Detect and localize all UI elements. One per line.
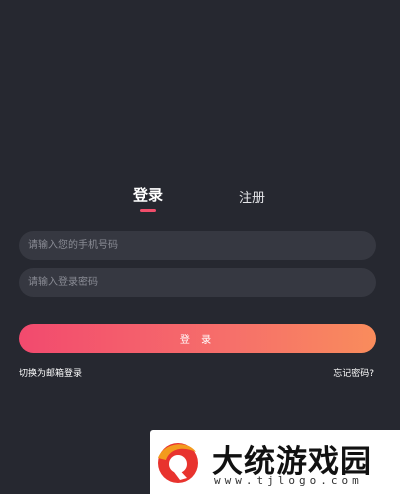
watermark-url: www.tjlogo.com	[214, 474, 363, 487]
red-swirl-logo-icon	[158, 443, 198, 483]
switch-to-email-link[interactable]: 切换为邮箱登录	[19, 366, 82, 379]
phone-field	[19, 231, 376, 260]
login-button[interactable]: 登 录	[19, 324, 376, 353]
active-tab-indicator	[140, 209, 156, 212]
password-field	[19, 268, 376, 297]
auth-tabs: 登录 注册	[0, 184, 400, 224]
watermark: 大统游戏园 www.tjlogo.com	[150, 430, 400, 494]
forgot-password-link[interactable]: 忘记密码?	[333, 366, 374, 379]
password-input[interactable]	[28, 268, 376, 297]
tab-login[interactable]: 登录	[133, 184, 163, 205]
login-screen: 登录 注册 登 录 切换为邮箱登录 忘记密码? 大统游戏园 www.tjlogo…	[0, 0, 400, 494]
phone-input[interactable]	[28, 231, 376, 260]
tab-register[interactable]: 注册	[239, 187, 265, 206]
